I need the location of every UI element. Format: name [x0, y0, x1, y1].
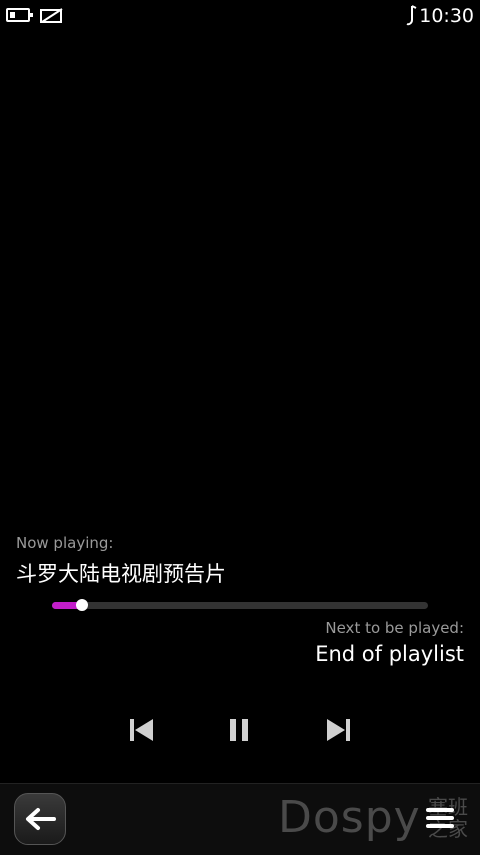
previous-icon	[130, 719, 153, 741]
battery-icon	[6, 8, 33, 22]
next-to-be-played-label: Next to be played:	[325, 619, 464, 637]
music-note-icon	[406, 5, 417, 26]
progress-slider[interactable]	[52, 599, 428, 611]
track-title: 斗罗大陆电视剧预告片	[16, 562, 226, 586]
next-icon	[327, 719, 350, 741]
no-signal-icon	[40, 8, 63, 23]
watermark: Dospy	[278, 792, 421, 843]
menu-icon	[426, 808, 454, 812]
pause-icon	[230, 719, 248, 741]
back-arrow-icon	[26, 808, 56, 830]
status-bar: 10:30	[0, 0, 480, 34]
previous-button[interactable]	[122, 710, 162, 750]
back-button[interactable]	[14, 793, 66, 845]
menu-button[interactable]	[424, 802, 458, 836]
now-playing-label: Now playing:	[16, 534, 114, 552]
next-track-value: End of playlist	[315, 642, 464, 666]
progress-track	[52, 602, 428, 609]
clock: 10:30	[419, 5, 474, 27]
next-button[interactable]	[318, 710, 358, 750]
progress-handle[interactable]	[76, 599, 89, 611]
bottom-toolbar: Dospy 塞班之家	[0, 783, 480, 855]
pause-button[interactable]	[219, 710, 259, 750]
